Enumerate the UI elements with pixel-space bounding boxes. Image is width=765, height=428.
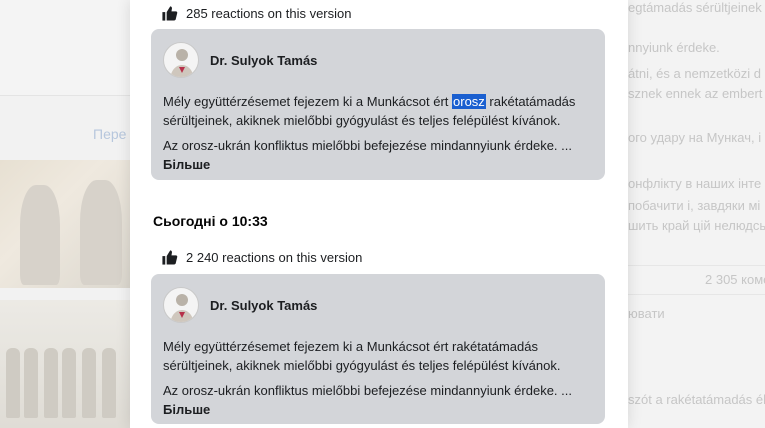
avatar[interactable] xyxy=(163,42,199,78)
thumbs-up-icon xyxy=(162,6,178,21)
background-text: átni, és a nemzetközi d xyxy=(628,66,761,81)
background-text: ювати xyxy=(628,306,665,321)
background-comment-count: 2 305 комент xyxy=(705,272,765,287)
post-text-segment: Mély együttérzésemet fejezem ki a Munkác… xyxy=(163,94,453,109)
background-text: шить край цій нелюдськ xyxy=(628,218,765,233)
background-text: nnyiunk érdeke. xyxy=(628,40,720,55)
background-text: побачити і, завдяки мі xyxy=(628,198,761,213)
post-paragraph: Az orosz-ukrán konfliktus mielőbbi befej… xyxy=(163,383,572,398)
version-reactions: 2 240 reactions on this version xyxy=(161,249,362,266)
post-text: Mély együttérzésemet fejezem ki a Munkác… xyxy=(163,92,593,174)
avatar[interactable] xyxy=(163,287,199,323)
background-text: szót a rakétatámadás él xyxy=(628,392,765,407)
post-text: Mély együttérzésemet fejezem ki a Munkác… xyxy=(163,337,593,419)
edit-history-dialog: 285 reactions on this version Dr. Sulyok… xyxy=(130,0,628,428)
version-date: Сьогодні о 10:33 xyxy=(153,213,268,229)
background-right-column xyxy=(606,0,765,428)
post-paragraph: Mély együttérzésemet fejezem ki a Munkác… xyxy=(163,92,593,130)
background-photo xyxy=(0,300,130,428)
post-header: Dr. Sulyok Tamás xyxy=(163,287,593,323)
background-text: онфлікту в наших інте xyxy=(628,176,762,191)
post-header: Dr. Sulyok Tamás xyxy=(163,42,593,78)
background-left-header xyxy=(0,0,130,96)
post-version-card: Dr. Sulyok Tamás Mély együttérzésemet fe… xyxy=(151,29,605,180)
post-paragraph: Mély együttérzésemet fejezem ki a Munkác… xyxy=(163,339,561,373)
post-version-card: Dr. Sulyok Tamás Mély együttérzésemet fe… xyxy=(151,274,605,424)
reactions-count-text: 2 240 reactions on this version xyxy=(186,250,363,265)
see-more-link[interactable]: Більше xyxy=(163,400,593,419)
see-more-link[interactable]: Більше xyxy=(163,155,593,174)
background-photo xyxy=(0,160,130,288)
thumbs-up-icon xyxy=(162,250,178,265)
background-text: sznek ennek az embert xyxy=(628,86,763,101)
background-text: ого удару на Мункач, і xyxy=(628,130,762,145)
selected-word: orosz xyxy=(452,94,486,109)
background-text: egtámadás sérültjeinek xyxy=(628,0,762,15)
background-divider xyxy=(615,294,765,295)
reactions-count-text: 285 reactions on this version xyxy=(186,6,352,21)
author-name[interactable]: Dr. Sulyok Tamás xyxy=(210,298,317,313)
background-translate-link[interactable]: Пере xyxy=(93,126,126,142)
background-divider xyxy=(615,265,765,266)
version-reactions: 285 reactions on this version xyxy=(161,5,351,22)
post-paragraph: Az orosz-ukrán konfliktus mielőbbi befej… xyxy=(163,138,572,153)
author-name[interactable]: Dr. Sulyok Tamás xyxy=(210,53,317,68)
